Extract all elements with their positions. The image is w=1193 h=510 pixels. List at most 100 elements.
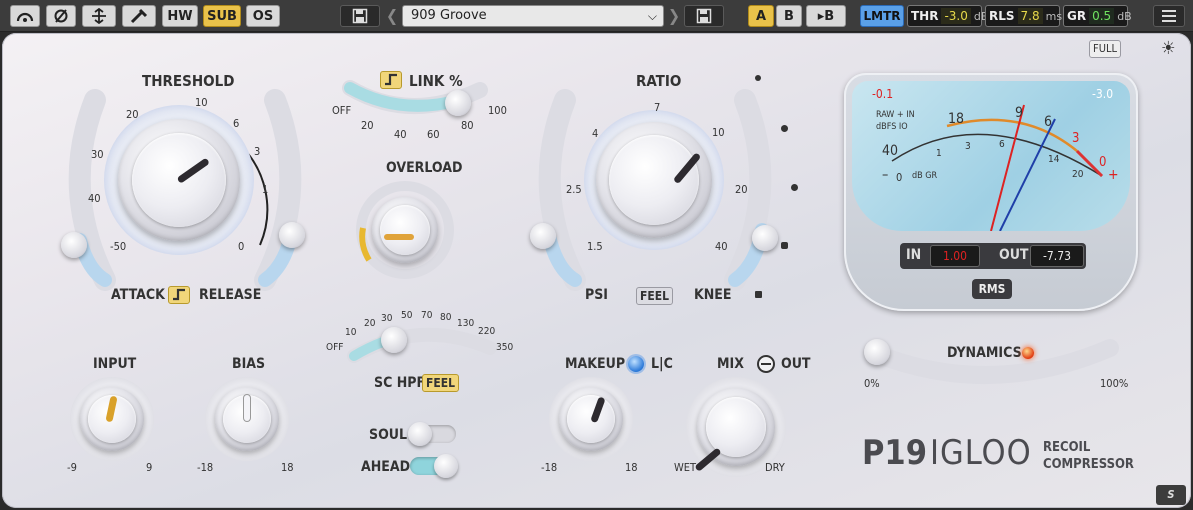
attack-label: ATTACK bbox=[111, 287, 165, 303]
rls-readout[interactable]: RLS 7.8 ms bbox=[985, 5, 1062, 27]
soul-toggle-knob bbox=[408, 422, 432, 446]
input-min: -9 bbox=[67, 461, 77, 474]
out-value[interactable]: -7.73 bbox=[1030, 245, 1084, 267]
input-max: 9 bbox=[146, 461, 153, 474]
schpf-tick-off: OFF bbox=[326, 342, 344, 353]
ratio-tick-1-5: 1.5 bbox=[587, 240, 603, 253]
meter-plus: + bbox=[1108, 167, 1119, 183]
meter-scale-18: 18 bbox=[948, 111, 965, 127]
link-tick-20: 20 bbox=[361, 119, 374, 132]
ahead-toggle-knob bbox=[434, 454, 458, 478]
meter-small-3: 3 bbox=[965, 141, 971, 152]
threshold-tick-20: 20 bbox=[126, 108, 139, 121]
out-mute-icon[interactable] bbox=[757, 355, 775, 373]
ratio-tick-20: 20 bbox=[735, 183, 748, 196]
dynamics-min: 0% bbox=[864, 377, 880, 390]
prev-preset-icon[interactable]: ❮ bbox=[386, 6, 398, 25]
wand-icon[interactable] bbox=[122, 5, 156, 27]
psi-label: PSI bbox=[585, 287, 608, 303]
meter-small-6: 6 bbox=[999, 139, 1005, 150]
copy-a-to-b-button[interactable]: ▸B bbox=[806, 5, 846, 27]
lmtr-button[interactable]: LMTR bbox=[860, 5, 904, 27]
gr-readout: GR 0.5 dB bbox=[1063, 5, 1132, 27]
ratio-knob-cap bbox=[609, 135, 699, 225]
rls-value: 7.8 bbox=[1017, 8, 1043, 24]
thr-readout[interactable]: THR -3.0 dB bbox=[907, 5, 988, 27]
link-slider-handle[interactable] bbox=[445, 90, 471, 116]
preset-selector[interactable]: 909 Groove ⌵ bbox=[402, 5, 664, 27]
threshold-tick-30: 30 bbox=[91, 148, 104, 161]
threshold-tick-3: 3 bbox=[254, 145, 261, 158]
ahead-toggle[interactable] bbox=[410, 454, 458, 478]
threshold-tick-6: 6 bbox=[233, 117, 240, 130]
threshold-tick-minus50: -50 bbox=[110, 240, 127, 253]
brand-model: P19 bbox=[862, 433, 927, 473]
soul-label: SOUL bbox=[369, 427, 408, 443]
lc-indicator-icon[interactable] bbox=[628, 356, 644, 372]
ratio-tick-40: 40 bbox=[715, 240, 728, 253]
schpf-feel-button[interactable]: FEEL bbox=[422, 374, 460, 392]
preset-b-button[interactable]: B bbox=[776, 5, 802, 27]
ratio-tick-4: 4 bbox=[592, 127, 599, 140]
ratio-tick-7: 7 bbox=[654, 101, 661, 114]
in-value[interactable]: 1.00 bbox=[930, 245, 980, 267]
psi-slider-handle[interactable] bbox=[530, 223, 556, 249]
hw-button[interactable]: HW bbox=[162, 5, 198, 27]
schpf-tick-350: 350 bbox=[496, 342, 514, 353]
rls-unit: ms bbox=[1045, 9, 1063, 23]
link-tick-40: 40 bbox=[394, 128, 407, 141]
next-preset-icon[interactable]: ❯ bbox=[668, 6, 680, 25]
release-slider-handle[interactable] bbox=[279, 222, 305, 248]
preset-name: 909 Groove bbox=[411, 8, 487, 23]
preset-a-button[interactable]: A bbox=[748, 5, 774, 27]
bypass-icon[interactable] bbox=[46, 5, 76, 27]
meter-small-14: 14 bbox=[1048, 154, 1060, 165]
threshold-tick-40: 40 bbox=[88, 192, 101, 205]
attack-slider-handle[interactable] bbox=[61, 232, 87, 258]
dynamics-title: DYNAMICS bbox=[947, 345, 1022, 361]
knee-label: KNEE bbox=[694, 287, 732, 303]
save-icon[interactable] bbox=[340, 5, 380, 27]
save-as-icon[interactable] bbox=[684, 5, 724, 27]
schpf-tick-30: 30 bbox=[381, 313, 393, 324]
full-button[interactable]: FULL bbox=[1089, 40, 1121, 58]
threshold-tick-10: 10 bbox=[195, 96, 208, 109]
bias-min: -18 bbox=[197, 461, 214, 474]
schpf-slider-handle[interactable] bbox=[381, 327, 407, 353]
attack-release-link-icon[interactable] bbox=[168, 286, 190, 304]
brand-line1: RECOIL bbox=[1043, 440, 1091, 455]
mix-title: MIX bbox=[717, 356, 744, 372]
soul-toggle[interactable] bbox=[408, 422, 456, 446]
gr-unit: dB bbox=[1117, 9, 1132, 23]
power-icon[interactable] bbox=[10, 5, 40, 27]
schpf-tick-20: 20 bbox=[364, 318, 376, 329]
top-toolbar: HW SUB OS ❮ 909 Groove ⌵ ❯ A B ▸B LMTR T… bbox=[0, 0, 1193, 32]
brightness-icon[interactable]: ☀ bbox=[1161, 38, 1176, 59]
routing-icon[interactable] bbox=[82, 5, 116, 27]
knee-slider-handle[interactable] bbox=[752, 225, 778, 251]
resize-handle-icon[interactable]: S bbox=[1156, 485, 1186, 505]
link-tick-100: 100 bbox=[488, 104, 507, 117]
meter-face: -0.1 -3.0 RAW + IN dBFS IO 40 18 9 6 3 0… bbox=[852, 81, 1130, 231]
link-tick-60: 60 bbox=[427, 128, 440, 141]
os-button[interactable]: OS bbox=[246, 5, 280, 27]
menu-icon[interactable] bbox=[1153, 5, 1185, 27]
overload-knob-pointer bbox=[384, 234, 414, 240]
schpf-title: SC HPF bbox=[374, 375, 426, 391]
out-label: OUT bbox=[999, 247, 1029, 263]
knee-dot-3 bbox=[791, 184, 798, 191]
schpf-tick-70: 70 bbox=[421, 310, 433, 321]
release-label: RELEASE bbox=[199, 287, 262, 303]
sub-button[interactable]: SUB bbox=[203, 5, 241, 27]
meter-scale-40: 40 bbox=[882, 143, 899, 159]
rms-button[interactable]: RMS bbox=[972, 279, 1012, 299]
meter-small-20: 20 bbox=[1072, 169, 1084, 180]
dynamics-slider-handle[interactable] bbox=[864, 339, 890, 365]
ratio-feel-button[interactable]: FEEL bbox=[636, 287, 674, 305]
meter-small-1: 1 bbox=[936, 148, 942, 159]
ratio-tick-10: 10 bbox=[712, 126, 725, 139]
knee-dot-1 bbox=[755, 75, 761, 81]
meter-scale-red-3: 3 bbox=[1072, 131, 1080, 146]
dynamics-max: 100% bbox=[1100, 377, 1129, 390]
schpf-tick-130: 130 bbox=[457, 318, 475, 329]
